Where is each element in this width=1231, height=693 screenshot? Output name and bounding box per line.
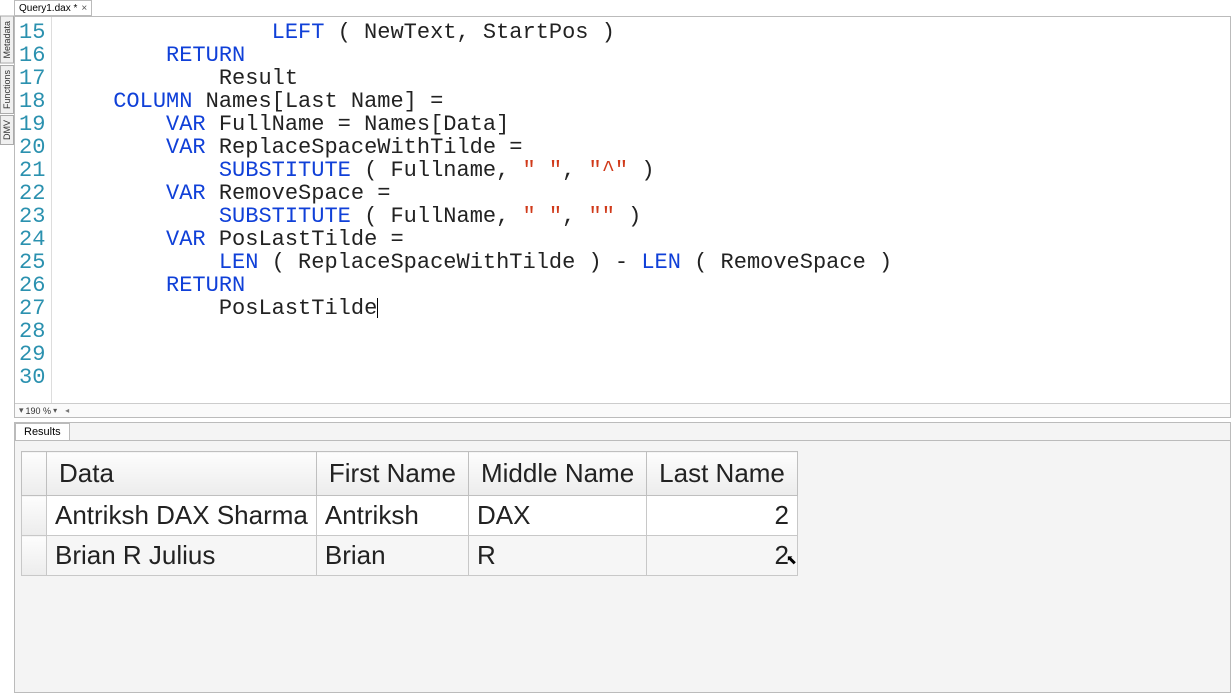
cell[interactable]: Brian R Julius xyxy=(47,536,317,576)
code-line[interactable]: LEN ( ReplaceSpaceWithTilde ) - LEN ( Re… xyxy=(60,251,1230,274)
code-line[interactable]: RETURN xyxy=(60,274,1230,297)
code-line[interactable]: Result xyxy=(60,67,1230,90)
row-header xyxy=(22,496,47,536)
line-number: 17 xyxy=(19,67,45,90)
row-header xyxy=(22,536,47,576)
line-number: 28 xyxy=(19,320,45,343)
sidebar-tab-metadata[interactable]: Metadata xyxy=(0,16,14,64)
cell[interactable]: R xyxy=(469,536,647,576)
line-number: 18 xyxy=(19,90,45,113)
line-number: 24 xyxy=(19,228,45,251)
line-number: 20 xyxy=(19,136,45,159)
line-number: 19 xyxy=(19,113,45,136)
grid-corner xyxy=(22,452,47,496)
code-area[interactable]: LEFT ( NewText, StartPos ) RETURN Result… xyxy=(52,17,1230,403)
table-row[interactable]: Brian R JuliusBrianR2 xyxy=(22,536,798,576)
line-number: 21 xyxy=(19,159,45,182)
cell[interactable]: 2 xyxy=(647,536,798,576)
results-tab-strip: Results xyxy=(15,423,1230,441)
line-number: 29 xyxy=(19,343,45,366)
sidebar-tab-functions[interactable]: Functions xyxy=(0,65,14,114)
cell[interactable]: 2 xyxy=(647,496,798,536)
document-tab[interactable]: Query1.dax * × xyxy=(14,0,92,16)
col-header-data[interactable]: Data xyxy=(47,452,317,496)
code-line[interactable]: RETURN xyxy=(60,44,1230,67)
code-line[interactable]: VAR PosLastTilde = xyxy=(60,228,1230,251)
left-sidebar: Metadata Functions DMV xyxy=(0,16,14,356)
results-tab[interactable]: Results xyxy=(15,423,70,440)
line-number: 16 xyxy=(19,44,45,67)
scroll-left-icon[interactable]: ◂ xyxy=(65,406,69,415)
code-line[interactable] xyxy=(60,343,1230,366)
cell[interactable]: Brian xyxy=(316,536,468,576)
document-tab-title: Query1.dax * xyxy=(19,3,77,14)
code-line[interactable]: SUBSTITUTE ( FullName, " ", "" ) xyxy=(60,205,1230,228)
collapse-icon[interactable]: ▾ xyxy=(19,405,24,416)
cell[interactable]: Antriksh xyxy=(316,496,468,536)
line-number: 26 xyxy=(19,274,45,297)
sidebar-tab-dmv[interactable]: DMV xyxy=(0,115,14,145)
zoom-strip: ▾ 190 % ▾ ◂ xyxy=(15,403,1230,417)
line-number: 27 xyxy=(19,297,45,320)
cell[interactable]: DAX xyxy=(469,496,647,536)
code-line[interactable] xyxy=(60,366,1230,389)
col-header-first-name[interactable]: First Name xyxy=(316,452,468,496)
line-number: 15 xyxy=(19,21,45,44)
cell[interactable]: Antriksh DAX Sharma xyxy=(47,496,317,536)
col-header-last-name[interactable]: Last Name xyxy=(647,452,798,496)
line-gutter: 15161718192021222324252627282930 xyxy=(15,17,52,403)
results-grid[interactable]: Data First Name Middle Name Last Name An… xyxy=(21,451,798,576)
line-number: 23 xyxy=(19,205,45,228)
col-header-middle-name[interactable]: Middle Name xyxy=(469,452,647,496)
line-number: 25 xyxy=(19,251,45,274)
table-row[interactable]: Antriksh DAX SharmaAntrikshDAX2 xyxy=(22,496,798,536)
code-line[interactable]: COLUMN Names[Last Name] = xyxy=(60,90,1230,113)
code-line[interactable]: PosLastTilde xyxy=(60,297,1230,320)
code-line[interactable] xyxy=(60,320,1230,343)
zoom-dropdown-icon[interactable]: ▾ xyxy=(53,406,57,415)
code-line[interactable]: VAR FullName = Names[Data] xyxy=(60,113,1230,136)
line-number: 30 xyxy=(19,366,45,389)
code-editor[interactable]: 15161718192021222324252627282930 LEFT ( … xyxy=(14,16,1231,418)
code-line[interactable]: SUBSTITUTE ( Fullname, " ", "^" ) xyxy=(60,159,1230,182)
close-icon[interactable]: × xyxy=(81,3,87,14)
code-line[interactable]: VAR ReplaceSpaceWithTilde = xyxy=(60,136,1230,159)
zoom-level[interactable]: 190 % xyxy=(26,406,52,416)
code-line[interactable]: VAR RemoveSpace = xyxy=(60,182,1230,205)
line-number: 22 xyxy=(19,182,45,205)
results-panel: Results Data First Name Middle Name Last… xyxy=(14,422,1231,693)
code-line[interactable]: LEFT ( NewText, StartPos ) xyxy=(60,21,1230,44)
